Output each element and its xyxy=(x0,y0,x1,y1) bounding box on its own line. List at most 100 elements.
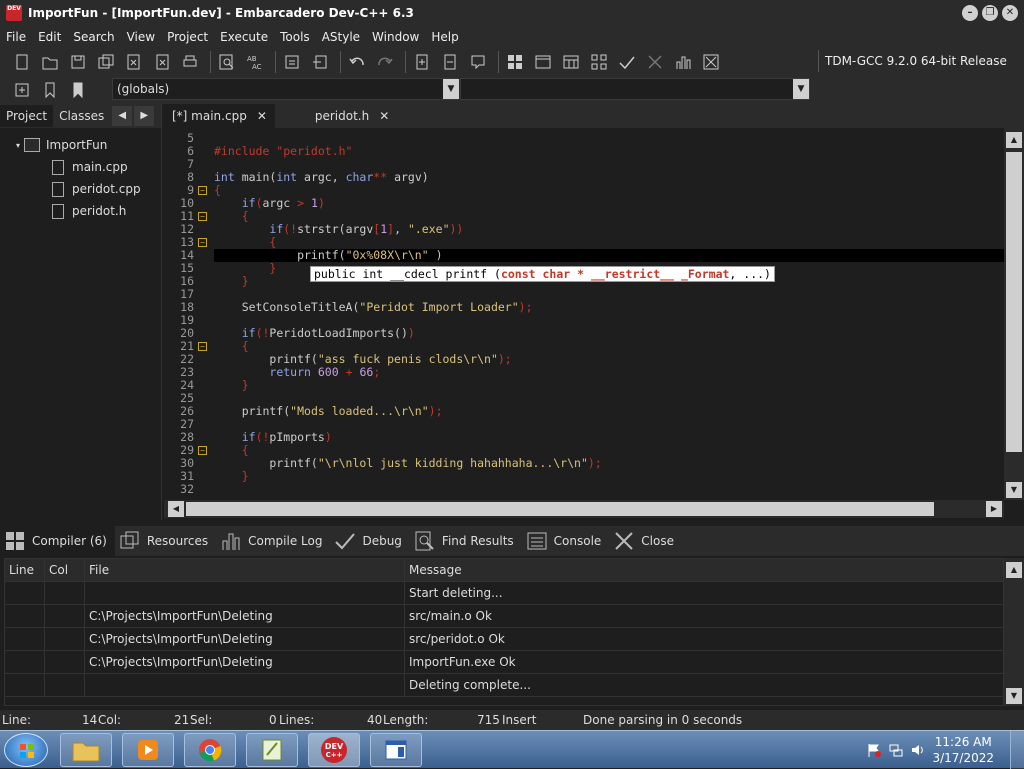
scroll-down-arrow-icon[interactable]: ▼ xyxy=(1006,688,1022,704)
fold-minus-icon[interactable]: − xyxy=(198,342,207,351)
bookmark-icon[interactable] xyxy=(38,79,62,101)
save-icon[interactable] xyxy=(66,51,90,73)
goto-bookmark-icon[interactable] xyxy=(66,79,90,101)
start-button[interactable] xyxy=(4,733,48,767)
compiler-set-select[interactable]: TDM-GCC 9.2.0 64-bit Release xyxy=(818,50,1018,72)
table-row[interactable]: C:\Projects\ImportFun\Deleting src/main.… xyxy=(5,605,1003,628)
taskbar-explorer[interactable] xyxy=(60,733,112,767)
unindent-icon[interactable] xyxy=(308,51,332,73)
fold-minus-icon[interactable]: − xyxy=(198,446,207,455)
minimize-button[interactable]: – xyxy=(962,5,978,21)
volume-icon[interactable] xyxy=(910,742,926,758)
tab-peridot-h[interactable]: peridot.h ✕ xyxy=(275,104,397,128)
menu-edit[interactable]: Edit xyxy=(32,30,67,44)
tab-classes[interactable]: Classes xyxy=(53,105,110,127)
tab-debug[interactable]: Debug xyxy=(330,526,409,556)
menu-file[interactable]: File xyxy=(0,30,32,44)
editor-vertical-scrollbar[interactable]: ▲ ▼ xyxy=(1004,128,1024,500)
tab-console[interactable]: Console xyxy=(522,526,610,556)
tab-project[interactable]: Project xyxy=(0,105,54,127)
taskbar-media-player[interactable] xyxy=(122,733,174,767)
function-select[interactable] xyxy=(460,78,810,100)
action-center-flag-icon[interactable] xyxy=(866,742,882,758)
scroll-left-arrow-icon[interactable]: ◀ xyxy=(168,501,184,517)
tree-file-item[interactable]: peridot.cpp xyxy=(0,178,161,200)
chevron-down-icon[interactable]: ▼ xyxy=(443,79,459,99)
table-row[interactable]: C:\Projects\ImportFun\Deleting ImportFun… xyxy=(5,651,1003,674)
scrollbar-thumb[interactable] xyxy=(1006,152,1022,452)
taskbar-devcpp[interactable]: DEV C++ xyxy=(308,733,360,767)
tab-compile-log[interactable]: Compile Log xyxy=(216,526,330,556)
goto-line-icon[interactable] xyxy=(10,79,34,101)
remove-from-project-icon[interactable] xyxy=(438,51,462,73)
network-icon[interactable] xyxy=(888,742,904,758)
column-header-line[interactable]: Line xyxy=(5,559,45,581)
stop-execution-icon[interactable] xyxy=(643,51,667,73)
table-row[interactable]: Deleting complete... xyxy=(5,674,1003,697)
find-icon[interactable] xyxy=(215,51,239,73)
table-row[interactable]: C:\Projects\ImportFun\Deleting src/perid… xyxy=(5,628,1003,651)
chevron-left-icon[interactable]: ◀ xyxy=(112,106,133,126)
compile-run-icon[interactable] xyxy=(559,51,583,73)
scope-select[interactable]: (globals) xyxy=(112,78,458,100)
menu-execute[interactable]: Execute xyxy=(214,30,274,44)
chevron-down-icon[interactable]: ▼ xyxy=(793,79,809,99)
close-icon[interactable]: ✕ xyxy=(379,109,389,123)
table-row[interactable]: Start deleting... xyxy=(5,582,1003,605)
scroll-down-arrow-icon[interactable]: ▼ xyxy=(1006,482,1022,498)
close-button[interactable]: ✕ xyxy=(1002,5,1018,21)
rebuild-icon[interactable] xyxy=(587,51,611,73)
print-icon[interactable] xyxy=(178,51,202,73)
new-file-icon[interactable] xyxy=(10,51,34,73)
column-header-message[interactable]: Message xyxy=(405,559,1003,581)
messages-vertical-scrollbar[interactable]: ▲ ▼ xyxy=(1004,558,1024,706)
menu-project[interactable]: Project xyxy=(161,30,214,44)
compile-icon[interactable] xyxy=(503,51,527,73)
tree-file-item[interactable]: main.cpp xyxy=(0,156,161,178)
syntax-check-icon[interactable] xyxy=(615,51,639,73)
fold-minus-icon[interactable]: − xyxy=(198,238,207,247)
taskbar-app[interactable] xyxy=(370,733,422,767)
indent-icon[interactable] xyxy=(280,51,304,73)
redo-icon[interactable] xyxy=(373,51,397,73)
menu-window[interactable]: Window xyxy=(366,30,425,44)
fold-minus-icon[interactable]: − xyxy=(198,186,207,195)
column-header-col[interactable]: Col xyxy=(45,559,85,581)
tab-compiler[interactable]: Compiler (6) xyxy=(0,526,115,556)
close-file-icon[interactable] xyxy=(122,51,146,73)
close-all-icon[interactable] xyxy=(150,51,174,73)
project-options-icon[interactable] xyxy=(466,51,490,73)
tab-find-results[interactable]: Find Results xyxy=(410,526,522,556)
run-icon[interactable] xyxy=(531,51,555,73)
menu-help[interactable]: Help xyxy=(425,30,464,44)
new-project-icon[interactable] xyxy=(410,51,434,73)
replace-icon[interactable]: AB AC xyxy=(243,51,267,73)
open-folder-icon[interactable] xyxy=(38,51,62,73)
restore-button[interactable]: ❐ xyxy=(982,5,998,21)
menu-astyle[interactable]: AStyle xyxy=(316,30,366,44)
tree-project-node[interactable]: ▾ ImportFun xyxy=(0,134,161,156)
chevron-right-icon[interactable]: ▶ xyxy=(134,106,155,126)
editor-horizontal-scrollbar[interactable]: ◀ ▶ xyxy=(164,500,1004,518)
menu-search[interactable]: Search xyxy=(67,30,120,44)
taskbar-notepadpp[interactable] xyxy=(246,733,298,767)
expand-icon[interactable]: ▾ xyxy=(16,141,20,150)
delete-profile-icon[interactable] xyxy=(699,51,723,73)
close-icon[interactable]: ✕ xyxy=(257,109,267,123)
code-editor[interactable]: 5 6 7 8 9 10 11 12 13 14 15 16 17 18 19 … xyxy=(164,128,1004,500)
scroll-up-arrow-icon[interactable]: ▲ xyxy=(1006,562,1022,578)
taskbar-chrome[interactable] xyxy=(184,733,236,767)
tab-resources[interactable]: Resources xyxy=(115,526,216,556)
show-desktop-button[interactable] xyxy=(1010,731,1024,769)
menu-tools[interactable]: Tools xyxy=(274,30,316,44)
fold-minus-icon[interactable]: − xyxy=(198,212,207,221)
scroll-up-arrow-icon[interactable]: ▲ xyxy=(1006,132,1022,148)
undo-icon[interactable] xyxy=(345,51,369,73)
scroll-right-arrow-icon[interactable]: ▶ xyxy=(986,501,1002,517)
tab-close[interactable]: Close xyxy=(609,526,682,556)
tree-file-item[interactable]: peridot.h xyxy=(0,200,161,222)
scrollbar-thumb[interactable] xyxy=(186,502,934,516)
menu-view[interactable]: View xyxy=(121,30,161,44)
tab-main-cpp[interactable]: [*] main.cpp ✕ xyxy=(164,104,275,128)
save-all-icon[interactable] xyxy=(94,51,118,73)
